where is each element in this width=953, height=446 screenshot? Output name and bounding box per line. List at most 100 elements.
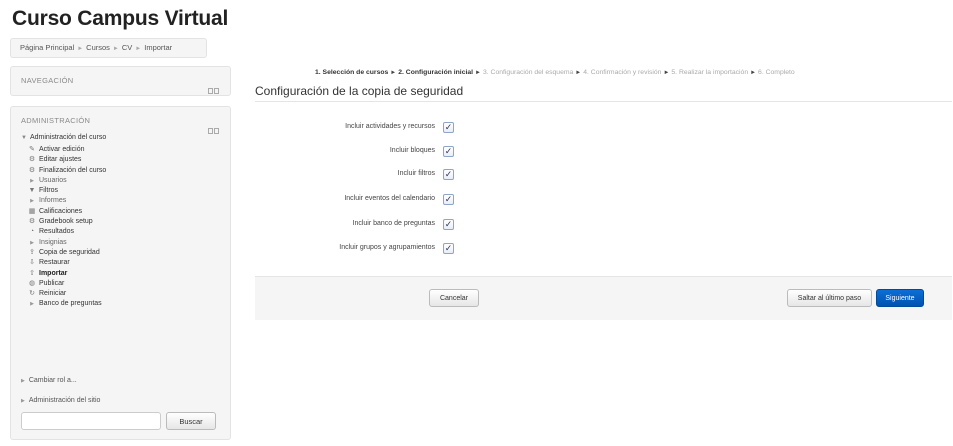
navigation-title: NAVEGACIÓN <box>21 76 74 85</box>
filter-icon: ▼ <box>28 187 36 195</box>
admin-item-label: Filtros <box>39 187 59 195</box>
admin-search: Buscar <box>21 412 216 430</box>
option-checkbox[interactable]: ✓ <box>443 243 454 254</box>
navigation-block: NAVEGACIÓN <box>10 66 231 96</box>
breadcrumb-course[interactable]: CV <box>122 43 132 52</box>
admin-item-finalizacion[interactable]: ⚙ Finalización del curso <box>28 166 106 176</box>
restore-icon: ⇩ <box>29 259 35 267</box>
option-row-grupos: Incluir grupos y agrupamientos ✓ <box>255 242 555 258</box>
reset-icon: ↻ <box>29 290 35 298</box>
admin-item-label: Informes <box>39 197 67 205</box>
administration-block-header[interactable]: ADMINISTRACIÓN <box>11 107 230 135</box>
option-checkbox[interactable]: ✓ <box>443 169 454 180</box>
cancel-button[interactable]: Cancelar <box>429 289 479 307</box>
admin-item-publicar[interactable]: ◍ Publicar <box>28 279 106 289</box>
step-arrow-icon: ► <box>750 70 757 76</box>
step-2: 2. Configuración inicial <box>398 69 474 76</box>
option-checkbox[interactable]: ✓ <box>443 146 454 157</box>
admin-item-label: Insignias <box>39 238 67 246</box>
admin-item-gradebook[interactable]: ⚙ Gradebook setup <box>28 217 106 227</box>
admin-item-calificaciones[interactable]: ▦ Calificaciones <box>28 207 106 217</box>
site-admin-label: Administración del sitio <box>28 397 101 404</box>
option-row-bloques: Incluir bloques ✓ <box>255 145 555 161</box>
option-label: Incluir eventos del calendario <box>344 195 435 202</box>
admin-item-label: Reiniciar <box>39 290 67 298</box>
breadcrumb: Página Principal ► Cursos ► CV ► Importar <box>10 38 207 58</box>
admin-item-editar-ajustes[interactable]: ⚙ Editar ajustes <box>28 155 106 165</box>
breadcrumb-separator: ► <box>77 46 84 52</box>
triangle-right-icon: ▶ <box>30 239 34 246</box>
step-3: 3. Configuración del esquema <box>482 69 574 76</box>
admin-item-label: Usuarios <box>39 176 67 184</box>
admin-item-label: Gradebook setup <box>39 218 93 226</box>
admin-item-label: Importar <box>39 269 68 277</box>
step-1: 1. Selección de cursos <box>315 69 389 76</box>
search-button[interactable]: Buscar <box>166 412 216 430</box>
admin-item-insignias[interactable]: ▶ Insignias <box>28 238 106 248</box>
breadcrumb-home[interactable]: Página Principal <box>20 43 74 52</box>
admin-search-input[interactable] <box>21 412 161 430</box>
block-controls-icon[interactable] <box>208 118 220 134</box>
triangle-right-icon: ▶ <box>30 301 34 308</box>
admin-item-reiniciar[interactable]: ↻ Reiniciar <box>28 289 106 299</box>
step-5: 5. Realizar la importación <box>671 69 749 76</box>
admin-item-label: Resultados <box>39 228 75 236</box>
option-row-actividades: Incluir actividades y recursos ✓ <box>255 121 555 137</box>
skip-to-last-step-button[interactable]: Saltar al último paso <box>787 289 872 307</box>
option-row-preguntas: Incluir banco de preguntas ✓ <box>255 218 555 234</box>
course-admin-label: Administración del curso <box>29 134 107 141</box>
divider <box>255 101 952 102</box>
breadcrumb-separator: ► <box>112 46 119 52</box>
form-actions: Cancelar Saltar al último paso Siguiente <box>255 276 952 320</box>
option-label: Incluir filtros <box>397 170 435 177</box>
admin-item-label: Copia de seguridad <box>39 248 100 256</box>
option-label: Incluir banco de preguntas <box>352 220 436 227</box>
admin-item-label: Editar ajustes <box>39 156 82 164</box>
site-title: Curso Campus Virtual <box>12 7 229 30</box>
block-controls-icon[interactable] <box>208 78 220 94</box>
admin-item-copia[interactable]: ⇪ Copia de seguridad <box>28 248 106 258</box>
switch-role-node[interactable]: ▶ Cambiar rol a... <box>21 377 77 384</box>
option-checkbox[interactable]: ✓ <box>443 194 454 205</box>
admin-item-label: Finalización del curso <box>39 166 107 174</box>
breadcrumb-import[interactable]: Importar <box>144 43 172 52</box>
import-steps: 1. Selección de cursos ► 2. Configuración … <box>315 69 795 76</box>
gear-icon: ⚙ <box>28 156 36 164</box>
admin-item-restaurar[interactable]: ⇩ Restaurar <box>28 258 106 268</box>
admin-item-resultados[interactable]: ◔ Resultados <box>28 227 106 237</box>
administration-block: ADMINISTRACIÓN ▼ Administración del curso… <box>10 106 231 440</box>
expanded-arrow-icon: ▼ <box>21 135 27 141</box>
admin-item-usuarios[interactable]: ▶ Usuarios <box>28 176 106 186</box>
option-row-filtros: Incluir filtros ✓ <box>255 168 555 184</box>
course-admin-node[interactable]: ▼ Administración del curso <box>21 134 106 141</box>
option-row-calendario: Incluir eventos del calendario ✓ <box>255 193 555 209</box>
step-arrow-icon: ► <box>663 70 670 76</box>
admin-item-filtros[interactable]: ▼ Filtros <box>28 186 106 196</box>
option-checkbox[interactable]: ✓ <box>443 219 454 230</box>
switch-role-label: Cambiar rol a... <box>28 377 77 384</box>
administration-title: ADMINISTRACIÓN <box>21 116 91 125</box>
admin-item-label: Restaurar <box>39 259 70 267</box>
admin-item-label: Activar edición <box>39 146 85 153</box>
admin-item-activar-edicion[interactable]: ✎ Activar edición <box>28 145 106 155</box>
triangle-right-icon: ▶ <box>30 177 34 184</box>
breadcrumb-courses[interactable]: Cursos <box>86 43 110 52</box>
navigation-block-header[interactable]: NAVEGACIÓN <box>11 67 230 97</box>
step-6: 6. Completo <box>758 69 795 76</box>
admin-item-label: Calificaciones <box>39 207 83 215</box>
section-title: Configuración de la copia de seguridad <box>255 84 464 98</box>
admin-item-label: Publicar <box>39 279 65 287</box>
next-button[interactable]: Siguiente <box>876 289 924 307</box>
triangle-right-icon: ▶ <box>21 378 25 384</box>
option-label: Incluir actividades y recursos <box>345 123 435 130</box>
triangle-right-icon: ▶ <box>30 198 34 205</box>
option-label: Incluir bloques <box>389 147 435 154</box>
admin-item-importar[interactable]: ⇧ Importar <box>28 269 106 279</box>
gear-icon: ⚙ <box>28 218 36 226</box>
table-icon: ▦ <box>28 207 36 215</box>
breadcrumb-separator: ► <box>135 46 142 52</box>
admin-item-banco[interactable]: ▶ Banco de preguntas <box>28 299 106 309</box>
admin-item-informes[interactable]: ▶ Informes <box>28 196 106 206</box>
option-checkbox[interactable]: ✓ <box>443 122 454 133</box>
site-admin-node[interactable]: ▶ Administración del sitio <box>21 397 100 404</box>
